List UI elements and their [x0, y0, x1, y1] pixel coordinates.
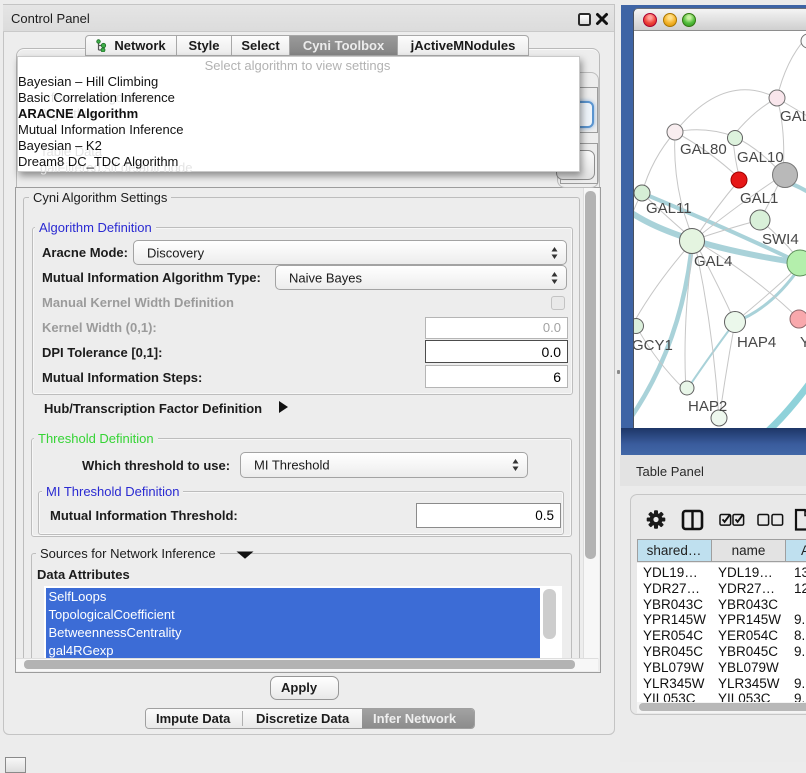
- svg-text:GAL: GAL: [780, 108, 806, 125]
- svg-text:GAL10: GAL10: [737, 149, 784, 166]
- svg-text:GAL4: GAL4: [694, 253, 732, 270]
- svg-text:SWI4: SWI4: [762, 231, 799, 248]
- svg-text:GAL1: GAL1: [740, 190, 778, 207]
- svg-text:Y: Y: [800, 334, 806, 351]
- svg-text:GAL11: GAL11: [646, 200, 692, 217]
- svg-text:HAP2: HAP2: [688, 398, 727, 415]
- svg-text:GAL80: GAL80: [680, 141, 727, 158]
- svg-text:HAP4: HAP4: [737, 334, 776, 351]
- svg-text:GCY1: GCY1: [634, 337, 673, 354]
